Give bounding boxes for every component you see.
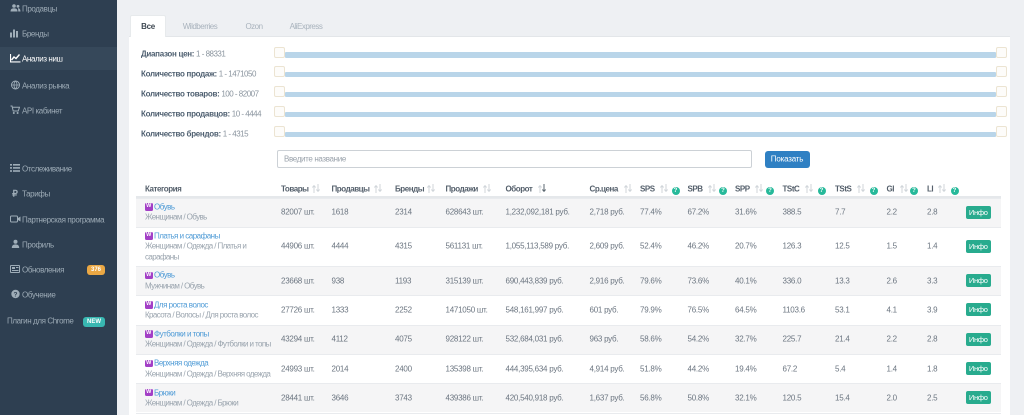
- svg-text:?: ?: [13, 291, 17, 298]
